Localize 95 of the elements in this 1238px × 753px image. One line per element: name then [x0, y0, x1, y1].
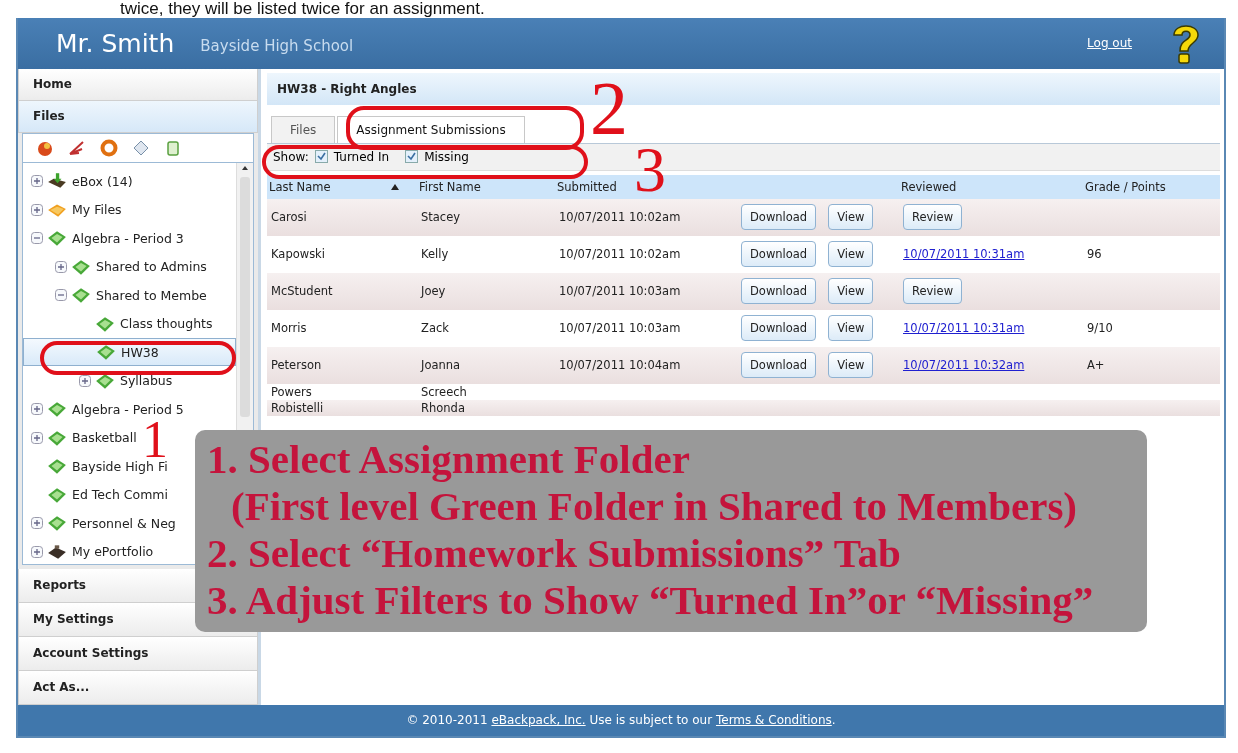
tree-item[interactable]: Shared to Membe — [23, 280, 209, 310]
reviewed-link[interactable]: 10/07/2011 10:31am — [903, 247, 1025, 262]
review-button[interactable]: Review — [903, 204, 963, 231]
sidebar-item[interactable]: Home — [18, 68, 258, 101]
expand-icon[interactable] — [31, 403, 43, 415]
table-cell: 10/07/2011 10:04am — [559, 358, 681, 373]
tree-item[interactable]: My ePortfolio — [23, 537, 156, 564]
review-button[interactable]: Review — [903, 278, 963, 305]
tree-item[interactable]: Algebra - Period 3 — [23, 223, 186, 253]
reviewed-link[interactable]: 10/07/2011 10:31am — [903, 321, 1025, 336]
table-cell-text: McStudent — [270, 283, 334, 301]
step-number: 1 — [142, 421, 168, 459]
inbox-icon — [47, 172, 67, 190]
footer-link[interactable]: Terms & Conditions — [715, 713, 832, 728]
action-button[interactable]: Download — [741, 204, 817, 231]
table-cell-text: Joey — [419, 283, 447, 301]
expand-icon[interactable] — [79, 374, 91, 387]
table-cell-text: Powers — [270, 383, 313, 400]
table-cell-text: Zack — [420, 320, 450, 338]
expand-icon[interactable] — [31, 175, 43, 187]
folder-icon — [47, 229, 67, 247]
document-text: twice, they will be listed twice for an assignment. — [119, 0, 486, 18]
tab[interactable]: Files — [271, 115, 336, 143]
action-button[interactable]: Download — [741, 241, 817, 268]
tree-item[interactable]: Syllabus — [23, 366, 175, 395]
logout-link[interactable]: Log out — [1087, 36, 1132, 51]
table-cell-text: Stacey — [420, 209, 462, 227]
checkbox-label: Turned In — [333, 149, 390, 164]
table-cell: 10/07/2011 10:02am — [559, 210, 681, 225]
table-cell: A+ — [1087, 358, 1105, 373]
expand-icon[interactable] — [31, 517, 43, 529]
sidebar-item[interactable]: Act As... — [18, 670, 258, 705]
checkbox[interactable] — [314, 150, 328, 164]
expand-icon[interactable] — [31, 431, 43, 444]
briefcase-icon — [47, 542, 67, 561]
footer-text: © 2010-2011 eBackpack, Inc. Use is subject to our Terms & Conditions. — [18, 704, 1224, 736]
teacher-name: Mr. Smith — [56, 28, 175, 58]
table-cell: 10/07/2011 10:03am — [559, 284, 681, 299]
action-button[interactable]: View — [828, 204, 874, 231]
checkbox[interactable] — [405, 150, 419, 164]
step-number: 3 — [634, 144, 666, 196]
tree-item[interactable]: My Files — [23, 195, 124, 224]
tree-item[interactable]: Ed Tech Commi — [23, 480, 170, 509]
action-button[interactable]: Download — [741, 278, 817, 305]
table-cell: 10/07/2011 10:03am — [559, 321, 681, 336]
folder-icon — [47, 514, 67, 532]
folder-icon — [47, 400, 67, 418]
action-button[interactable]: View — [828, 241, 874, 268]
filter-label: Show: — [273, 149, 309, 164]
collapse-icon[interactable] — [55, 289, 67, 301]
ring-icon[interactable] — [99, 138, 119, 157]
instruction-text: 1. Select Assignment Folder — [207, 436, 691, 483]
table-cell: 10/07/2011 10:02am — [559, 247, 681, 262]
table-cell-text: Screech — [420, 383, 468, 400]
table-cell: 96 — [1087, 247, 1102, 262]
table-cell-text: Morris — [270, 320, 308, 338]
table-cell-text: Kelly — [420, 246, 450, 264]
diamond-icon[interactable] — [131, 138, 151, 157]
footer-link[interactable]: eBackpack, Inc. — [491, 713, 586, 728]
sidebar-item[interactable]: Files — [18, 100, 258, 133]
column-header[interactable]: Last Name — [269, 179, 331, 194]
instruction-text: (First level Green Folder in Shared to Members) — [230, 483, 1079, 530]
action-button[interactable]: View — [828, 352, 874, 379]
sidebar-item[interactable]: Account Settings — [18, 636, 258, 671]
expand-icon[interactable] — [31, 545, 43, 558]
table-cell-text: Robistelli — [270, 399, 325, 416]
tree-item[interactable]: Basketball — [23, 423, 139, 452]
folder-icon — [47, 457, 67, 475]
folder-icon — [96, 343, 116, 361]
tree-item[interactable]: Class thoughts — [23, 309, 215, 338]
action-button[interactable]: View — [828, 278, 874, 305]
expand-icon[interactable] — [31, 203, 43, 216]
table-cell-text: Peterson — [270, 357, 323, 375]
checkbox-label: Missing — [424, 149, 469, 164]
table-cell-text: Joanna — [419, 357, 462, 375]
sort-up-icon[interactable] — [391, 183, 399, 190]
action-button[interactable]: Download — [741, 315, 817, 342]
action-button[interactable]: View — [828, 315, 874, 342]
tree-item[interactable]: eBox (14) — [23, 166, 135, 196]
table-cell-text: Kapowski — [270, 246, 326, 264]
table-cell: 9/10 — [1087, 321, 1113, 336]
tab[interactable]: Assignment Submissions — [337, 115, 525, 143]
tree-item[interactable]: Shared to Admins — [23, 252, 209, 281]
expand-icon[interactable] — [55, 260, 67, 273]
collapse-icon[interactable] — [31, 232, 43, 244]
table-cell-text: Carosi — [270, 209, 308, 227]
action-button[interactable]: Download — [741, 352, 817, 379]
folder-icon — [71, 286, 91, 304]
table-cell-text: Rhonda — [420, 399, 466, 416]
tree-item[interactable]: Personnel & Neg — [23, 508, 178, 538]
column-header[interactable]: Grade / Points — [1085, 174, 1220, 199]
reviewed-link[interactable]: 10/07/2011 10:32am — [903, 358, 1025, 373]
column-header[interactable]: Reviewed — [901, 174, 1085, 199]
school-name: Bayside High School — [200, 37, 354, 56]
column-header[interactable]: First Name — [419, 174, 557, 199]
